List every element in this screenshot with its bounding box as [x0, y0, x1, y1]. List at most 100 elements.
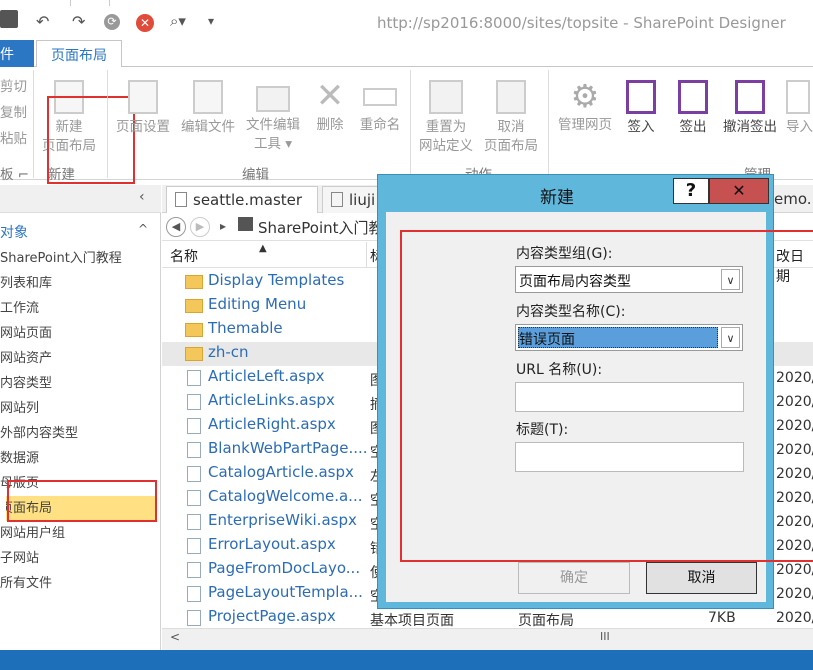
customize-qat-icon[interactable]: ▾ — [208, 14, 214, 28]
window-title: http://sp2016:8000/sites/topsite - Share… — [377, 14, 786, 32]
cut-button[interactable]: 剪切 — [0, 78, 27, 97]
page-settings-button[interactable]: 页面设置 — [112, 80, 174, 137]
help-button[interactable]: ? — [673, 178, 709, 204]
copy-button[interactable]: 复制 — [0, 104, 27, 123]
file-name[interactable]: ProjectPage.aspx — [208, 607, 336, 625]
cancel-button[interactable]: 取消 — [646, 562, 757, 594]
reset-label-2: 网站定义 — [419, 138, 473, 154]
nav-item[interactable]: 数据源 — [0, 446, 160, 471]
checkout-button[interactable]: 签出 — [674, 80, 712, 137]
scrollbar-grip[interactable]: III — [600, 630, 610, 643]
page-settings-label: 页面设置 — [116, 119, 170, 135]
checkin-button[interactable]: 签入 — [622, 80, 660, 137]
nav-item[interactable]: 内容类型 — [0, 371, 160, 396]
file-name[interactable]: ArticleLinks.aspx — [208, 391, 335, 409]
scroll-left-icon[interactable]: < — [170, 630, 180, 644]
edit-file-label: 编辑文件 — [181, 119, 235, 135]
tab-page-layouts[interactable]: 页面布局 — [36, 40, 122, 68]
manage-pages-button[interactable]: ⚙ 管理网页 — [554, 80, 616, 135]
file-name[interactable]: PageFromDocLayo... — [208, 559, 360, 577]
ribbon-separator — [548, 70, 549, 178]
undo-icon[interactable]: ↶ — [36, 12, 49, 31]
delete-icon: ✕ — [315, 76, 345, 116]
collapse-nav-icon[interactable]: ‹ — [139, 189, 145, 205]
folder-icon — [185, 323, 203, 337]
nav-item[interactable]: 列表和库 — [0, 271, 160, 296]
import-label: 导入 — [786, 119, 813, 135]
file-name[interactable]: ArticleRight.aspx — [208, 415, 336, 433]
nav-collapse-arrow-icon[interactable]: ^ — [138, 222, 148, 236]
close-button[interactable]: ✕ — [709, 178, 769, 204]
forward-icon[interactable]: ▶ — [190, 217, 210, 237]
breadcrumb[interactable]: SharePoint入门教 — [258, 217, 384, 238]
clipboard-group-text: 板 — [0, 167, 14, 183]
doc-tab-liuji[interactable]: liuji — [322, 186, 382, 213]
doc-tab-seattle[interactable]: seattle.master — [166, 186, 318, 213]
save-icon[interactable] — [0, 10, 18, 28]
nav-item[interactable]: 外部内容类型 — [0, 421, 160, 446]
doc-tab-icon — [331, 192, 343, 207]
file-name[interactable]: CatalogWelcome.a... — [208, 487, 362, 505]
tab-file-label: 件 — [0, 47, 14, 63]
file-name[interactable]: zh-cn — [208, 343, 249, 361]
file-modified-date: 2020/5/2 — [776, 562, 813, 578]
stop-icon[interactable]: ✕ — [136, 14, 154, 32]
file-icon — [187, 418, 201, 434]
file-icon — [187, 538, 201, 554]
tab-file[interactable]: 件 — [0, 40, 34, 67]
checkout-label: 签出 — [679, 119, 707, 135]
nav-item[interactable]: 所有文件 — [0, 571, 160, 596]
file-edit-tools-text: 工具 — [253, 136, 281, 152]
file-name[interactable]: PageLayoutTempla... — [208, 583, 363, 601]
ok-button[interactable]: 确定 — [518, 562, 630, 594]
reset-to-site-definition-button[interactable]: 重置为 网站定义 — [415, 80, 477, 156]
undo-checkout-button[interactable]: 撤消签出 — [718, 80, 782, 137]
checkin-label: 签入 — [627, 119, 655, 135]
file-name[interactable]: Display Templates — [208, 271, 344, 289]
file-name[interactable]: ErrorLayout.aspx — [208, 535, 336, 553]
back-icon[interactable]: ◀ — [166, 217, 186, 237]
file-name[interactable]: Editing Menu — [208, 295, 306, 313]
redo-icon[interactable]: ↷ — [72, 12, 85, 31]
doc-tab-demo[interactable]: emo. — [774, 190, 812, 208]
refresh-icon[interactable]: ⟳ — [104, 14, 120, 30]
detach-label-1: 取消 — [497, 119, 525, 135]
column-name[interactable]: 名称 — [170, 246, 198, 266]
nav-item[interactable]: 网站资产 — [0, 346, 160, 371]
preview-icon[interactable]: ⌕▾ — [170, 12, 186, 30]
file-name[interactable]: EnterpriseWiki.aspx — [208, 511, 357, 529]
paste-button[interactable]: 粘贴 — [0, 130, 27, 149]
file-name[interactable]: CatalogArticle.aspx — [208, 463, 354, 481]
nav-item[interactable]: SharePoint入门教程 — [0, 246, 160, 271]
folder-icon — [256, 86, 290, 112]
annotation-box-dialog — [400, 230, 813, 562]
edit-group-label: 编辑 — [242, 167, 269, 183]
file-name[interactable]: BlankWebPartPage.... — [208, 439, 368, 457]
edit-file-button[interactable]: 编辑文件 — [178, 80, 238, 137]
file-icon — [187, 610, 201, 626]
nav-item[interactable]: 网站页面 — [0, 321, 160, 346]
folder-icon — [185, 275, 203, 289]
file-icon — [187, 514, 201, 530]
nav-item[interactable]: 网站列 — [0, 396, 160, 421]
file-name[interactable]: Themable — [208, 319, 283, 337]
status-bar — [0, 650, 813, 670]
horizontal-scrollbar[interactable] — [162, 628, 813, 650]
clipboard-group-label: 板 ⌐ — [0, 167, 30, 183]
import-button[interactable]: 导入 — [786, 80, 813, 137]
file-icon — [187, 586, 201, 602]
file-modified-date: 2020/5/2 — [776, 610, 813, 626]
breadcrumb-home-icon[interactable]: ▸ — [220, 219, 226, 233]
undo-checkout-icon — [735, 80, 765, 114]
file-name[interactable]: ArticleLeft.aspx — [208, 367, 325, 385]
nav-item[interactable]: 子网站 — [0, 546, 160, 571]
page-settings-icon — [128, 80, 158, 114]
file-title: 基本项目页面 — [370, 613, 454, 629]
nav-item[interactable]: 网站用户组 — [0, 521, 160, 546]
nav-item[interactable]: 工作流 — [0, 296, 160, 321]
detach-page-layout-button[interactable]: 取消 页面布局 — [480, 80, 542, 156]
delete-button[interactable]: ✕ 删除 — [313, 76, 347, 135]
file-edit-tools-button[interactable]: 文件编辑 工具 ▾ — [242, 80, 304, 154]
checkout-icon — [678, 80, 708, 114]
rename-button[interactable]: 重命名 — [356, 80, 404, 135]
